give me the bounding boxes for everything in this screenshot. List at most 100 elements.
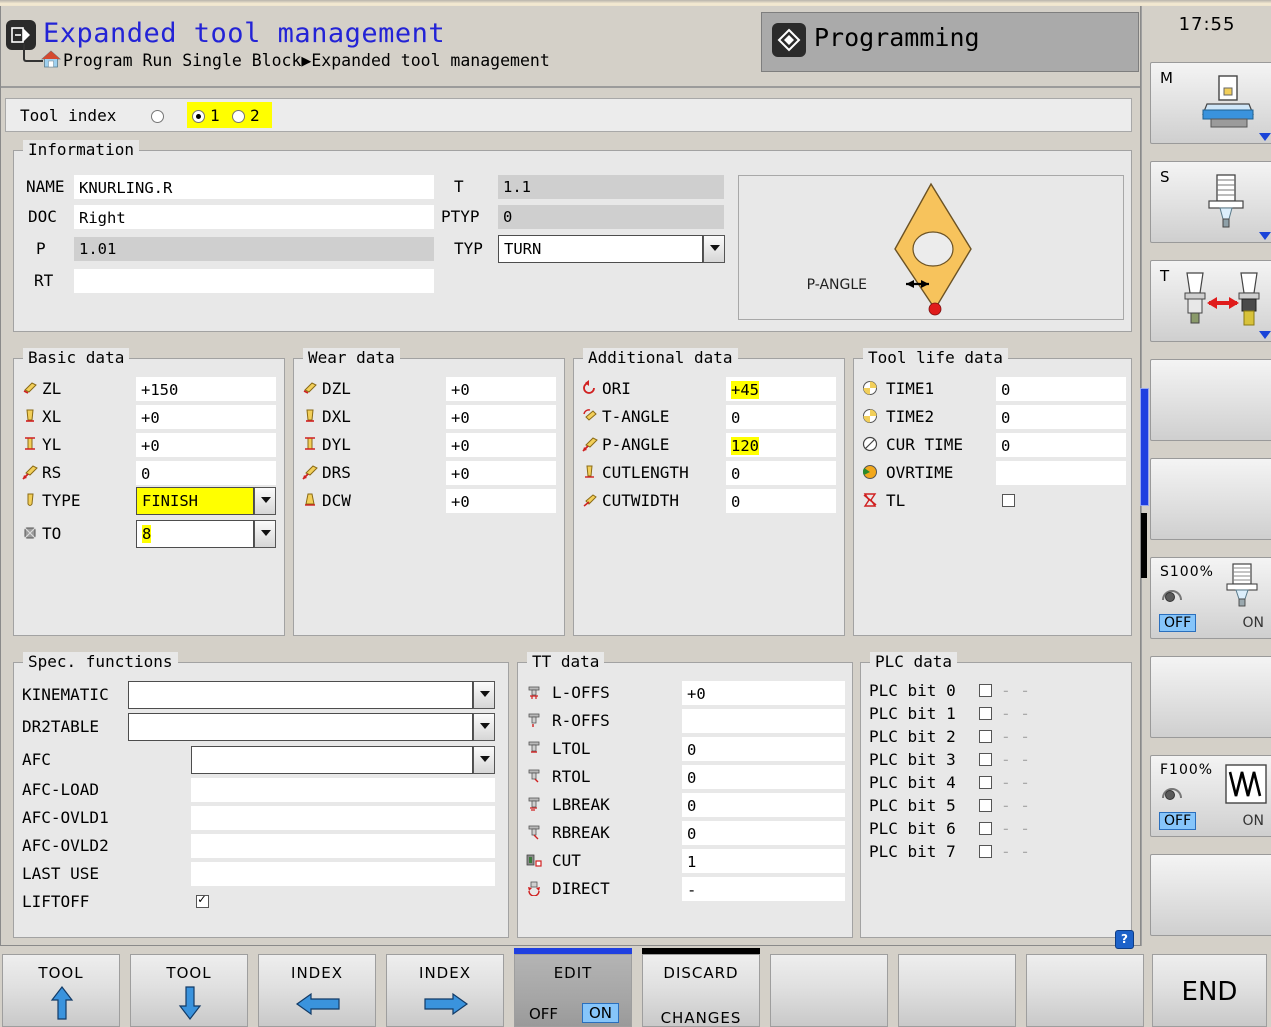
- softkey-blank-2[interactable]: [898, 954, 1016, 1027]
- sidebar-item-s[interactable]: S: [1150, 161, 1271, 243]
- sidebar-item-blank-4[interactable]: [1150, 854, 1271, 936]
- softkey-edit-on[interactable]: ON: [581, 1003, 619, 1023]
- time2-field[interactable]: 0: [996, 405, 1126, 429]
- yl-field[interactable]: +0: [136, 433, 276, 457]
- breadcrumb-parent[interactable]: Program Run Single Block: [63, 51, 301, 70]
- plc-bit-5-suffix: - -: [1001, 796, 1030, 815]
- plc-bit-5-checkbox[interactable]: [979, 799, 992, 812]
- plc-bit-7-checkbox[interactable]: [979, 845, 992, 858]
- sidebar-item-t[interactable]: T: [1150, 260, 1271, 342]
- sidebar-item-blank-3[interactable]: [1150, 656, 1271, 738]
- sidebar-t-chevron-down-icon[interactable]: [1259, 331, 1271, 339]
- tl-checkbox[interactable]: [1002, 494, 1015, 507]
- dzl-field[interactable]: +0: [446, 377, 556, 401]
- to-dropdown-chevron-down-icon[interactable]: [254, 520, 276, 548]
- type-field[interactable]: FINISH: [136, 487, 254, 515]
- feed-override-on[interactable]: ON: [1243, 813, 1265, 829]
- afc-load-field[interactable]: [191, 778, 495, 802]
- feed-override[interactable]: F100% OFF ON: [1150, 755, 1271, 837]
- afc-ovld1-field[interactable]: [191, 806, 495, 830]
- time1-field[interactable]: 0: [996, 377, 1126, 401]
- wear-dxl-icon: [302, 408, 318, 424]
- ovrtime-field[interactable]: [996, 461, 1126, 485]
- name-field[interactable]: KNURLING.R: [74, 175, 434, 199]
- to-field[interactable]: 8: [136, 520, 254, 548]
- liftoff-checkbox[interactable]: [196, 892, 209, 908]
- rtol-field[interactable]: 0: [682, 765, 845, 789]
- feed-override-off[interactable]: OFF: [1159, 812, 1197, 830]
- spindle-override[interactable]: S100% OFF ON: [1150, 557, 1271, 639]
- wear-dcw-icon: [302, 492, 318, 508]
- plc-bit-6-checkbox[interactable]: [979, 822, 992, 835]
- afc-field[interactable]: [191, 746, 473, 774]
- doc-field[interactable]: Right: [74, 205, 434, 229]
- dyl-field[interactable]: +0: [446, 433, 556, 457]
- plc-bit-4-checkbox[interactable]: [979, 776, 992, 789]
- sidebar-item-blank-2[interactable]: [1150, 458, 1271, 540]
- cut-field[interactable]: 1: [682, 849, 845, 873]
- scrollbar-track[interactable]: [1141, 513, 1147, 578]
- r-offs-label: R-OFFS: [552, 711, 610, 730]
- sidebar-m-chevron-down-icon[interactable]: [1259, 133, 1271, 141]
- cutlength-field[interactable]: 0: [726, 461, 836, 485]
- tool-index-radio-base[interactable]: [151, 110, 164, 123]
- softkey-end[interactable]: END: [1152, 954, 1267, 1027]
- softkey-index-left[interactable]: INDEX: [258, 954, 376, 1027]
- softkey-discard-changes[interactable]: DISCARD CHANGES: [642, 954, 760, 1027]
- direct-field[interactable]: -: [682, 877, 845, 901]
- typ-field[interactable]: TURN: [498, 235, 703, 263]
- afc-chevron-down-icon[interactable]: [473, 746, 495, 774]
- rbreak-field[interactable]: 0: [682, 821, 845, 845]
- tool-rs-icon: [22, 464, 38, 480]
- ori-field[interactable]: +45: [726, 377, 836, 401]
- sidebar-item-m[interactable]: M: [1150, 62, 1271, 144]
- p-angle-field[interactable]: 120: [726, 433, 836, 457]
- vertical-scrollbar[interactable]: [1140, 388, 1149, 578]
- type-dropdown-chevron-down-icon[interactable]: [254, 487, 276, 515]
- kinematic-field[interactable]: [128, 681, 473, 709]
- rt-field[interactable]: [74, 269, 434, 293]
- softkey-edit-off[interactable]: OFF: [529, 1005, 558, 1023]
- tool-index-radio-1[interactable]: [192, 110, 205, 123]
- last-use-field[interactable]: [191, 862, 495, 886]
- t-angle-field[interactable]: 0: [726, 405, 836, 429]
- dr2table-field[interactable]: [128, 713, 473, 741]
- l-offs-field[interactable]: +0: [682, 681, 845, 705]
- sidebar-item-blank-1[interactable]: [1150, 359, 1271, 441]
- typ-dropdown-chevron-down-icon[interactable]: [703, 235, 725, 263]
- zl-field[interactable]: +150: [136, 377, 276, 401]
- spindle-override-off[interactable]: OFF: [1159, 614, 1197, 632]
- softkey-blank-3[interactable]: [1026, 954, 1144, 1027]
- plc-bit-2-checkbox[interactable]: [979, 730, 992, 743]
- dxl-field[interactable]: +0: [446, 405, 556, 429]
- lbreak-field[interactable]: 0: [682, 793, 845, 817]
- tool-index-option-1[interactable]: 1: [210, 106, 220, 125]
- spindle-override-on[interactable]: ON: [1243, 615, 1265, 631]
- softkey-tool-up[interactable]: TOOL: [2, 954, 120, 1027]
- tool-index-radio-2[interactable]: [232, 110, 245, 123]
- plc-bit-3-checkbox[interactable]: [979, 753, 992, 766]
- scrollbar-thumb[interactable]: [1140, 388, 1149, 506]
- plc-bit-0-checkbox[interactable]: [979, 684, 992, 697]
- cur-time-field[interactable]: 0: [996, 433, 1126, 457]
- drs-field[interactable]: +0: [446, 461, 556, 485]
- cutwidth-field[interactable]: 0: [726, 489, 836, 513]
- dcw-field[interactable]: +0: [446, 489, 556, 513]
- rt-label: RT: [34, 271, 54, 290]
- help-icon[interactable]: ?: [1115, 930, 1134, 949]
- kinematic-chevron-down-icon[interactable]: [473, 681, 495, 709]
- afc-ovld2-field[interactable]: [191, 834, 495, 858]
- softkey-tool-down[interactable]: TOOL: [130, 954, 248, 1027]
- softkey-blank-1[interactable]: [770, 954, 888, 1027]
- plc-bit-1-checkbox[interactable]: [979, 707, 992, 720]
- tab-programming[interactable]: Programming: [761, 12, 1139, 72]
- ltol-field[interactable]: 0: [682, 737, 845, 761]
- xl-field[interactable]: +0: [136, 405, 276, 429]
- dr2table-chevron-down-icon[interactable]: [473, 713, 495, 741]
- r-offs-field[interactable]: [682, 709, 845, 733]
- softkey-index-right[interactable]: INDEX: [386, 954, 504, 1027]
- tool-index-option-2[interactable]: 2: [250, 106, 260, 125]
- softkey-edit[interactable]: EDIT OFF ON: [514, 954, 632, 1027]
- sidebar-s-chevron-down-icon[interactable]: [1259, 232, 1271, 240]
- rs-field[interactable]: 0: [136, 461, 276, 485]
